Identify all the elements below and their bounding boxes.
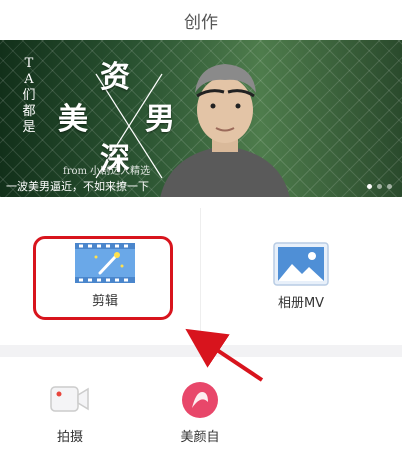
video-camera-icon bbox=[50, 386, 89, 412]
page-title: 创作 bbox=[184, 12, 218, 33]
banner-pagination[interactable] bbox=[367, 184, 392, 189]
shoot-button[interactable]: 拍摄 bbox=[30, 384, 110, 445]
beauty-label: 美颜自 bbox=[180, 430, 220, 445]
blurred-area bbox=[230, 375, 402, 458]
banner-from-text: from 小剧达人精选 bbox=[63, 166, 151, 177]
grid-divider bbox=[200, 208, 201, 333]
edit-highlight-box bbox=[33, 236, 173, 320]
album-mv-button[interactable]: 相册MV bbox=[256, 242, 346, 311]
shoot-label: 拍摄 bbox=[56, 430, 83, 445]
section-separator bbox=[0, 345, 402, 357]
banner-word-1: 资 bbox=[100, 60, 130, 95]
banner-word-2: 美 bbox=[58, 102, 88, 137]
promo-banner[interactable]: T A 们 都 是 资 美 男 深 from 小剧达人精选 bbox=[0, 40, 402, 197]
beauty-selfie-button[interactable]: 美颜自 bbox=[160, 380, 240, 445]
banner-word-3: 男 bbox=[145, 102, 175, 137]
banner-vertical-text: T A 们 都 是 bbox=[22, 56, 36, 135]
banner-dot-2[interactable] bbox=[377, 184, 382, 189]
album-mv-label: 相册MV bbox=[277, 296, 325, 311]
banner-dot-3[interactable] bbox=[387, 184, 392, 189]
beauty-icon bbox=[182, 382, 218, 418]
banner-dot-1[interactable] bbox=[367, 184, 372, 189]
page-header: 创作 bbox=[0, 0, 402, 40]
photo-album-icon bbox=[273, 242, 329, 286]
banner-caption: 一波美男逼近，不如来撩一下 bbox=[6, 180, 149, 193]
